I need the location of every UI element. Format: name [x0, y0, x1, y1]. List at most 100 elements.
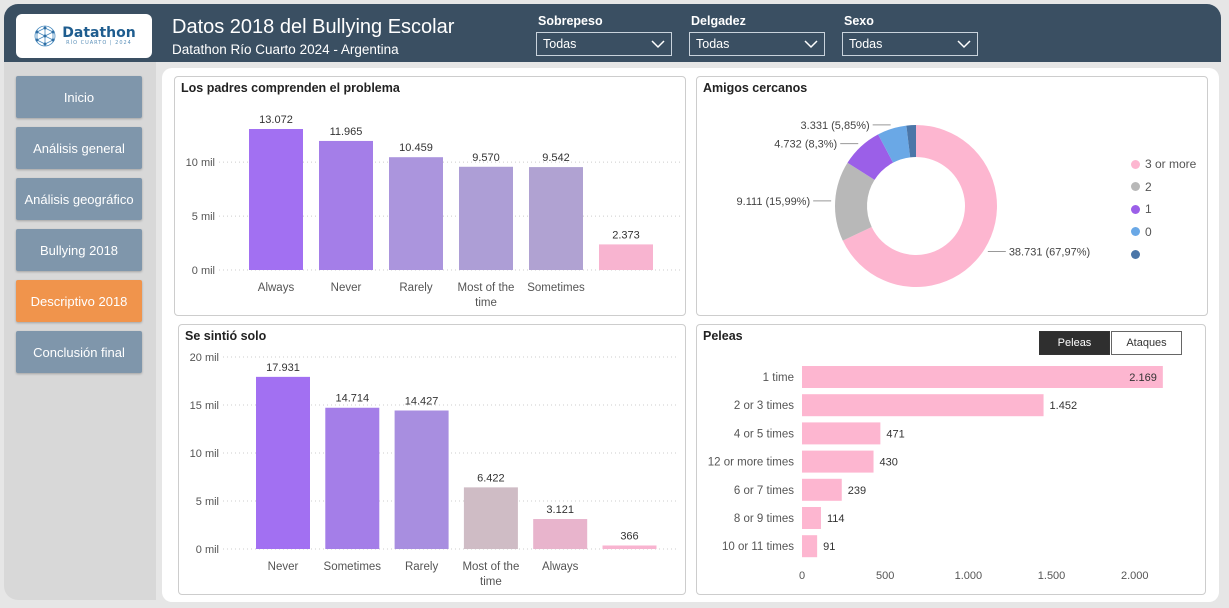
- bar: [325, 407, 380, 549]
- report-canvas: Los padres comprenden el problema 0 mil 5…: [162, 68, 1219, 602]
- filter-label: Sobrepeso: [538, 14, 603, 28]
- nav-inicio[interactable]: Inicio: [16, 76, 142, 118]
- nav-label: Análisis general: [33, 140, 125, 156]
- chart-legend: 3 or more 2 1 0: [1131, 153, 1196, 266]
- x-tick-label: Always: [542, 561, 579, 573]
- bar: [802, 450, 874, 473]
- dropdown-value: Todas: [543, 37, 577, 51]
- legend-label: 0: [1145, 224, 1152, 239]
- y-tick-label: 2 or 3 times: [734, 400, 794, 412]
- data-label: 239: [848, 485, 866, 497]
- bar: [802, 394, 1044, 417]
- bar: [599, 244, 653, 270]
- sexo-dropdown[interactable]: Todas: [842, 32, 978, 56]
- filter-label: Sexo: [844, 14, 874, 28]
- chevron-down-icon: [957, 39, 971, 48]
- data-label: 366: [620, 530, 638, 542]
- logo-brand: Datathon: [62, 25, 136, 41]
- data-label: 114: [827, 513, 845, 525]
- data-label: 471: [886, 428, 904, 440]
- sobrepeso-dropdown[interactable]: Todas: [536, 32, 672, 56]
- delgadez-dropdown[interactable]: Todas: [689, 32, 825, 56]
- chart-padres: 0 mil 5 mil 10 mil 13.072 Always 11.965 Never 1…: [186, 114, 680, 309]
- data-label: 3.331 (5,85%): [801, 120, 870, 132]
- data-label: 430: [880, 457, 898, 469]
- sidebar: Inicio Análisis general Análisis geográf…: [4, 62, 156, 600]
- bar: [602, 545, 657, 549]
- data-label: 10.459: [399, 142, 433, 154]
- data-label: 17.931: [266, 362, 300, 374]
- nav-label: Bullying 2018: [39, 242, 119, 258]
- chart-solo-panel: Se sintió solo 0 mil 5 mil 10 mil 15 mil 20 …: [178, 324, 686, 595]
- y-tick-label: 0 mil: [196, 544, 219, 556]
- nav-descriptivo-2018[interactable]: Descriptivo 2018: [16, 280, 142, 322]
- data-label: 14.427: [405, 396, 439, 408]
- page-title: Datos 2018 del Bullying Escolar: [172, 16, 455, 38]
- data-label: 2.169: [1129, 372, 1157, 384]
- nav-conclusion-final[interactable]: Conclusión final: [16, 331, 142, 373]
- legend-item[interactable]: 1: [1131, 198, 1196, 221]
- y-tick-label: 20 mil: [190, 352, 219, 364]
- chart-amigos: 38.731 (67,97%) 9.111 (15,99%) 4.732 (8,3%…: [737, 120, 1090, 287]
- bar: [802, 422, 881, 445]
- x-tick-label: Most of the: [462, 561, 519, 573]
- data-label: 1.452: [1050, 400, 1078, 412]
- x-tick-label: 1.500: [1038, 570, 1066, 582]
- bar: [802, 478, 842, 501]
- x-tick-label: Rarely: [399, 282, 432, 294]
- x-tick-label: Rarely: [405, 561, 438, 573]
- data-label: 9.542: [542, 152, 570, 164]
- y-tick-label: 0 mil: [192, 265, 215, 277]
- bar: [533, 519, 588, 549]
- x-tick-label: Sometimes: [527, 282, 585, 294]
- legend-item[interactable]: 2: [1131, 176, 1196, 199]
- bar: [529, 167, 583, 270]
- legend-label: 3 or more: [1145, 157, 1197, 172]
- dashboard: Datathon RÍO CUARTO | 2024 Datos 2018 de…: [0, 0, 1229, 608]
- nav-label: Conclusión final: [33, 344, 125, 360]
- chart-peleas: 0 500 1.000 1.500 2.000 1 time 2.169 2 or 3 tim…: [708, 366, 1163, 582]
- data-label: 11.965: [330, 126, 363, 138]
- header-bar: Datathon RÍO CUARTO | 2024 Datos 2018 de…: [4, 4, 1221, 62]
- data-label: 9.111 (15,99%): [737, 196, 811, 208]
- legend-item[interactable]: 0: [1131, 221, 1196, 244]
- x-tick-label: Never: [331, 282, 362, 294]
- legend-item[interactable]: 3 or more: [1131, 153, 1196, 176]
- legend-label: 2: [1145, 179, 1152, 194]
- data-label: 13.072: [259, 114, 293, 126]
- logo-subtext: RÍO CUARTO | 2024: [66, 40, 132, 46]
- nav-analisis-geografico[interactable]: Análisis geográfico: [16, 178, 142, 220]
- data-label: 9.570: [472, 152, 500, 164]
- filter-sexo: Sexo Todas: [842, 14, 978, 56]
- chart-peleas-panel: Peleas Peleas Ataques 0 500 1.000 1.500 2.00…: [696, 324, 1206, 595]
- data-label: 6.422: [477, 472, 505, 484]
- x-tick-label: time: [480, 576, 502, 588]
- nav-bullying-2018[interactable]: Bullying 2018: [16, 229, 142, 271]
- bar: [802, 366, 1163, 388]
- nav-label: Análisis geográfico: [24, 191, 134, 207]
- data-label: 2.373: [612, 229, 640, 241]
- legend-item[interactable]: [1131, 243, 1196, 266]
- legend-dot-icon: [1131, 204, 1140, 214]
- chart-amigos-panel: Amigos cercanos 38.731 (67,97%) 9.111 (15…: [696, 76, 1208, 316]
- y-tick-label: 10 mil: [190, 448, 219, 460]
- bar: [459, 166, 513, 270]
- bar: [802, 507, 821, 529]
- x-tick-label: Always: [258, 282, 295, 294]
- filter-delgadez: Delgadez Todas: [689, 14, 825, 56]
- y-tick-label: 15 mil: [190, 400, 219, 412]
- bar: [394, 410, 449, 549]
- bar: [389, 157, 443, 270]
- x-tick-label: 2.000: [1121, 570, 1149, 582]
- nav-analisis-general[interactable]: Análisis general: [16, 127, 142, 169]
- legend-label: 1: [1145, 202, 1152, 217]
- y-tick-label: 1 time: [763, 372, 794, 384]
- filter-sobrepeso: Sobrepeso Todas: [536, 14, 672, 56]
- datathon-logo: Datathon RÍO CUARTO | 2024: [16, 14, 152, 58]
- data-label: 91: [823, 541, 835, 553]
- x-tick-label: 500: [876, 570, 894, 582]
- chart-solo: 0 mil 5 mil 10 mil 15 mil 20 mil 17.931 Never 1…: [190, 352, 679, 588]
- filter-label: Delgadez: [691, 14, 746, 28]
- data-label: 3.121: [546, 504, 574, 516]
- x-tick-label: Most of the: [458, 282, 515, 294]
